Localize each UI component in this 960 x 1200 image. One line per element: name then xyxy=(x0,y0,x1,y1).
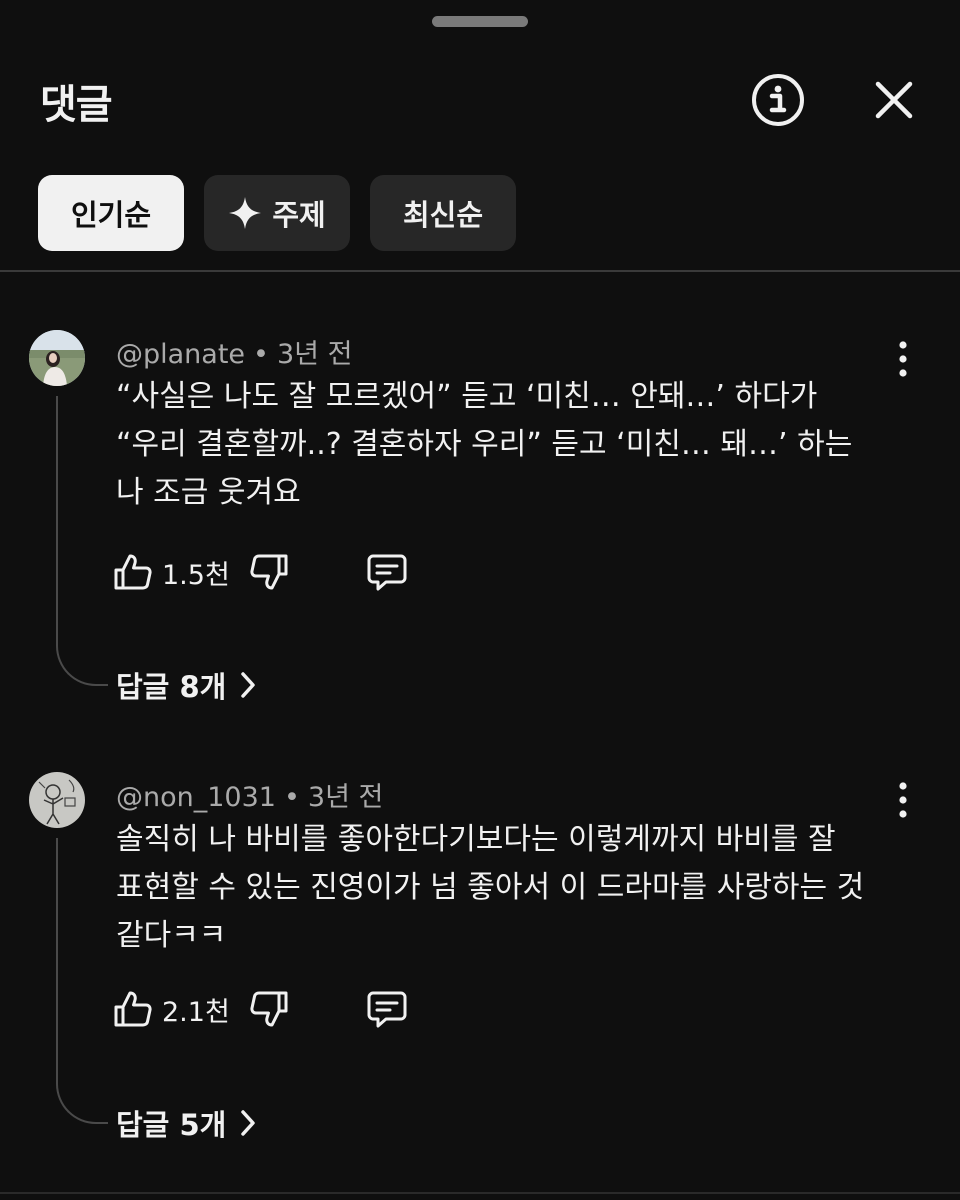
comment-meta: @planate • 3년 전 xyxy=(116,332,352,371)
comment-text: 솔직히 나 바비를 좋아한다기보다는 이렇게까지 바비를 잘 표현할 수 있는 … xyxy=(116,816,906,960)
comment-meta: @non_1031 • 3년 전 xyxy=(116,775,383,814)
like-count: 1.5천 xyxy=(162,559,230,591)
like-count: 2.1천 xyxy=(162,996,230,1028)
comment-author[interactable]: @non_1031 xyxy=(116,782,276,813)
comment-time: 3년 전 xyxy=(307,782,384,813)
reply-button[interactable] xyxy=(366,547,408,597)
thumbs-down-icon xyxy=(250,991,288,1027)
comment-line: 표현할 수 있는 진영이가 넘 좋아서 이 드라마를 사랑하는 것 xyxy=(116,870,865,905)
reply-button[interactable] xyxy=(366,984,408,1034)
tab-topic-label: 주제 xyxy=(272,198,326,232)
sort-tabs: 인기순 주제 최신순 xyxy=(38,175,516,251)
chevron-right-icon xyxy=(241,672,256,698)
bottom-divider xyxy=(0,1192,960,1194)
replies-label: 답글 5개 xyxy=(116,1108,227,1142)
tab-popular[interactable]: 인기순 xyxy=(38,175,184,251)
comment-menu-button[interactable] xyxy=(886,779,920,821)
thread-line xyxy=(56,396,108,686)
comment-icon xyxy=(367,991,407,1028)
like-button[interactable]: 2.1천 xyxy=(112,984,230,1034)
close-icon xyxy=(875,81,913,119)
page-title: 댓글 xyxy=(40,82,113,128)
thumbs-up-icon xyxy=(114,554,152,590)
header-divider xyxy=(0,270,960,272)
comment-line: 솔직히 나 바비를 좋아한다기보다는 이렇게까지 바비를 잘 xyxy=(116,822,836,857)
comment-author[interactable]: @planate xyxy=(116,339,245,370)
comment-line: “우리 결혼할까..? 결혼하자 우리” 듣고 ‘미친… 돼…’ 하는 xyxy=(116,427,853,462)
thumbs-up-icon xyxy=(114,991,152,1027)
view-replies-button[interactable]: 답글 5개 xyxy=(116,1102,258,1144)
comment-text: “사실은 나도 잘 모르겠어” 듣고 ‘미친… 안돼…’ 하다가 “우리 결혼할… xyxy=(116,373,906,517)
sparkle-icon xyxy=(229,197,262,229)
close-button[interactable] xyxy=(864,70,924,130)
comment-line: 나 조금 웃겨요 xyxy=(116,475,301,510)
chevron-right-icon xyxy=(241,1110,256,1136)
meta-separator: • xyxy=(283,782,300,813)
tab-topic[interactable]: 주제 xyxy=(204,175,350,251)
meta-separator: • xyxy=(253,339,269,370)
avatar[interactable] xyxy=(29,330,85,386)
tab-newest[interactable]: 최신순 xyxy=(370,175,516,251)
like-button[interactable]: 1.5천 xyxy=(112,547,230,597)
info-icon xyxy=(752,74,804,126)
comments-header: 댓글 xyxy=(0,62,960,138)
comment-actions: 2.1천 xyxy=(112,984,432,1034)
tab-newest-label: 최신순 xyxy=(402,198,484,232)
comment-actions: 1.5천 xyxy=(112,547,432,597)
thread-line xyxy=(56,838,108,1124)
avatar[interactable] xyxy=(29,772,85,828)
drag-handle[interactable] xyxy=(432,16,528,27)
info-button[interactable] xyxy=(748,70,808,130)
dislike-button[interactable] xyxy=(248,547,290,597)
thumbs-down-icon xyxy=(250,554,288,590)
tab-popular-label: 인기순 xyxy=(70,198,152,232)
view-replies-button[interactable]: 답글 8개 xyxy=(116,664,258,706)
replies-label: 답글 8개 xyxy=(116,670,227,704)
comment-line: “사실은 나도 잘 모르겠어” 듣고 ‘미친… 안돼…’ 하다가 xyxy=(116,379,818,414)
comment-time: 3년 전 xyxy=(276,339,353,370)
comment-icon xyxy=(367,554,407,591)
dislike-button[interactable] xyxy=(248,984,290,1034)
comment-line: 같다ㅋㅋ xyxy=(116,918,227,953)
more-vert-icon xyxy=(899,782,907,818)
